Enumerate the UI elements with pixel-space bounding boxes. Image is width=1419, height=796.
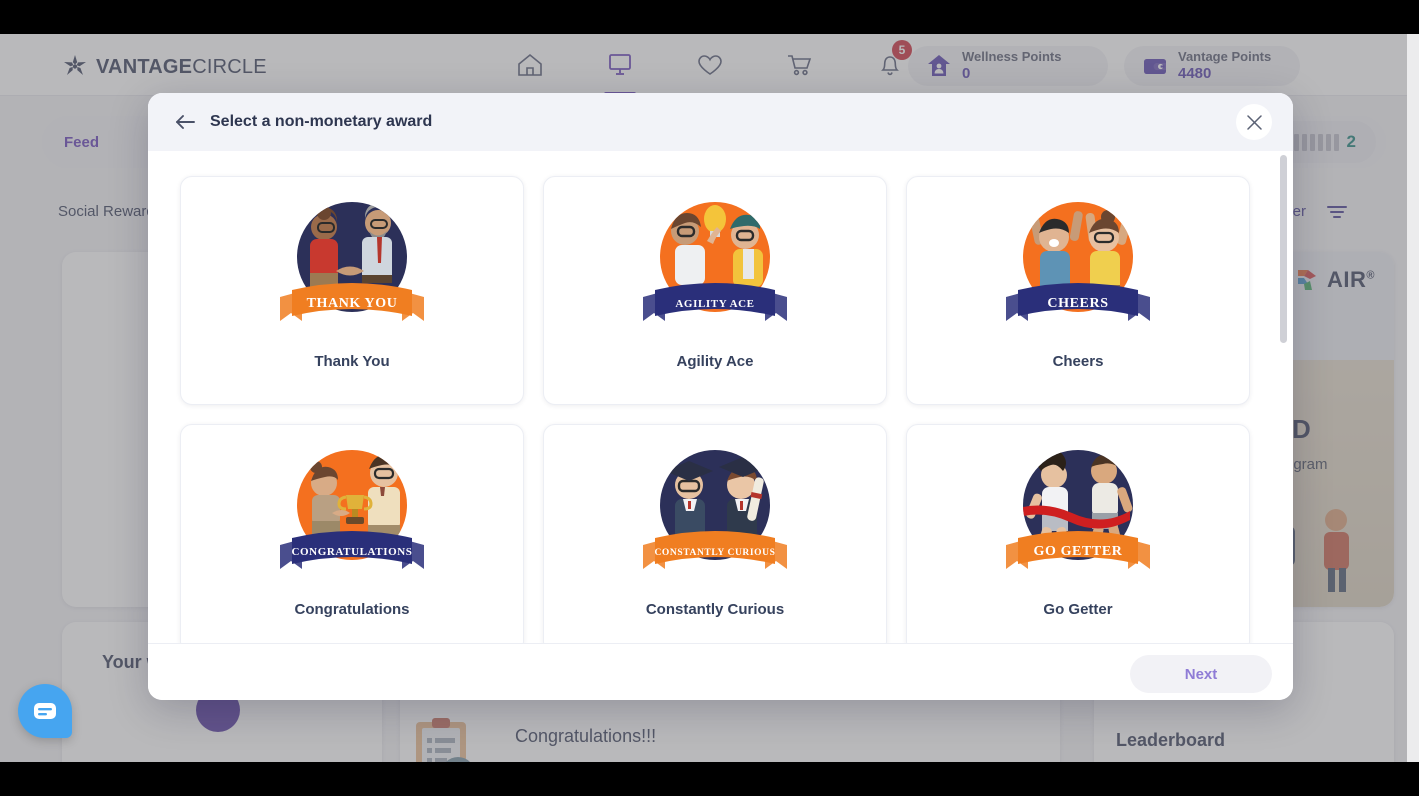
wellness-house-icon <box>928 55 950 76</box>
award-label: Cheers <box>1052 353 1104 370</box>
chat-bubble-icon <box>34 703 56 719</box>
award-badge-svg: THANK YOU <box>280 198 424 321</box>
modal-scrollbar[interactable] <box>1280 155 1287 639</box>
award-badge-svg: CHEERS <box>1006 198 1150 321</box>
vantage-points-text: Vantage Points 4480 <box>1178 48 1272 82</box>
modal-header: Select a non-monetary award <box>148 93 1293 151</box>
tab-feed[interactable]: Feed <box>42 134 121 151</box>
award-ribbon-text: CHEERS <box>1047 296 1108 311</box>
wellness-points-text: Wellness Points 0 <box>962 48 1062 82</box>
select-award-modal: Select a non-monetary award THANK YOU Tha… <box>148 93 1293 700</box>
arrow-left-icon <box>176 115 195 129</box>
logo-text: VANTAGECIRCLE <box>96 56 267 79</box>
air-logo-mark <box>1298 270 1316 290</box>
award-badge-art: AGILITY ACE <box>629 189 801 347</box>
vantage-points-widget[interactable]: Vantage Points 4480 <box>1124 46 1300 86</box>
modal-body: THANK YOU Thank You AGILITY ACE Agility Ace… <box>148 151 1293 643</box>
nav-dashboard[interactable] <box>598 34 642 96</box>
nav-appreciate[interactable] <box>688 34 732 96</box>
bars-icon <box>1285 133 1339 151</box>
tab-count-value: 2 <box>1346 132 1356 151</box>
modal-overlay: Select a non-monetary award THANK YOU Tha… <box>0 0 1419 796</box>
leaderboard-title: Leaderboard <box>1116 730 1226 750</box>
vantage-circle-logo[interactable]: VANTAGECIRCLE <box>62 54 267 80</box>
award-ribbon-text: CONSTANTLY CURIOUS <box>654 548 775 558</box>
cart-icon <box>788 55 812 76</box>
award-card[interactable]: CHEERS Cheers <box>906 176 1250 405</box>
award-card[interactable]: GO GETTER Go Getter <box>906 424 1250 643</box>
award-card[interactable]: CONGRATULATIONS Congratulations <box>180 424 524 643</box>
modal-footer: Next <box>148 643 1293 700</box>
award-badge-svg: GO GETTER <box>1006 446 1150 569</box>
award-ribbon-text: CONGRATULATIONS <box>291 546 412 558</box>
award-card[interactable]: THANK YOU Thank You <box>180 176 524 405</box>
wellness-points-value: 0 <box>962 64 971 82</box>
award-badge-svg: CONSTANTLY CURIOUS <box>643 446 787 569</box>
air-brand-text: AIR® <box>1327 267 1375 293</box>
close-icon <box>1246 114 1262 130</box>
nav-notifications[interactable]: 5 <box>868 34 912 96</box>
award-badge-art: CONSTANTLY CURIOUS <box>629 437 801 595</box>
modal-scrollbar-thumb[interactable] <box>1280 155 1287 343</box>
modal-title: Select a non-monetary award <box>210 113 433 130</box>
award-label: Thank You <box>314 353 390 370</box>
close-button[interactable] <box>1236 104 1272 140</box>
vantage-points-value: 4480 <box>1178 64 1212 82</box>
filter-icon <box>1327 206 1347 218</box>
screen: VANTAGECIRCLE 5 Wellness Points 0 Vantag… <box>0 0 1419 796</box>
award-label: Congratulations <box>294 601 410 618</box>
wellness-points-label: Wellness Points <box>962 48 1062 64</box>
air-brand-name: AIR <box>1327 267 1367 292</box>
clipboard-check-icon <box>416 718 471 762</box>
back-button[interactable] <box>172 109 198 135</box>
air-card-line1: D <box>1292 414 1311 444</box>
wallet-icon <box>1144 59 1166 74</box>
award-ribbon-text: THANK YOU <box>307 296 398 311</box>
main-nav: 5 <box>508 34 912 96</box>
award-card[interactable]: AGILITY ACE Agility Ace <box>543 176 887 405</box>
award-ribbon-text: GO GETTER <box>1033 544 1122 559</box>
award-label: Constantly Curious <box>645 601 785 618</box>
award-card[interactable]: CONSTANTLY CURIOUS Constantly Curious <box>543 424 887 643</box>
nav-store[interactable] <box>778 34 822 96</box>
award-badge-svg: CONGRATULATIONS <box>280 446 424 569</box>
award-badge-art: GO GETTER <box>992 437 1164 595</box>
home-icon <box>518 53 542 76</box>
logo-bold: VANTAGE <box>96 55 193 78</box>
logo-light: CIRCLE <box>192 55 267 78</box>
page-scrollbar[interactable] <box>1407 34 1419 762</box>
vantage-logo-mark <box>64 55 86 75</box>
heart-icon <box>698 55 722 75</box>
award-badge-svg: AGILITY ACE <box>643 198 787 321</box>
nav-home[interactable] <box>508 34 552 96</box>
filter-button[interactable] <box>1320 198 1354 224</box>
air-registered-mark: ® <box>1366 269 1375 282</box>
monitor-icon <box>609 54 631 75</box>
social-rewards-title: Social Rewards <box>58 202 163 220</box>
award-ribbon-text: AGILITY ACE <box>675 298 754 310</box>
next-button[interactable]: Next <box>1130 655 1272 693</box>
feed-post-message: Congratulations!!! <box>515 726 657 746</box>
award-badge-art: CONGRATULATIONS <box>266 437 438 595</box>
vantage-points-label: Vantage Points <box>1178 48 1272 64</box>
chat-widget-button[interactable] <box>18 684 72 738</box>
award-badge-art: CHEERS <box>992 189 1164 347</box>
air-brand-logo: AIR® <box>1294 266 1375 294</box>
award-badge-art: THANK YOU <box>266 189 438 347</box>
award-label: Agility Ace <box>676 353 754 370</box>
award-grid: THANK YOU Thank You AGILITY ACE Agility Ace… <box>180 176 1252 643</box>
wellness-points-widget[interactable]: Wellness Points 0 <box>908 46 1108 86</box>
award-label: Go Getter <box>1043 601 1113 618</box>
app-header: VANTAGECIRCLE 5 Wellness Points 0 Vantag… <box>0 34 1419 96</box>
